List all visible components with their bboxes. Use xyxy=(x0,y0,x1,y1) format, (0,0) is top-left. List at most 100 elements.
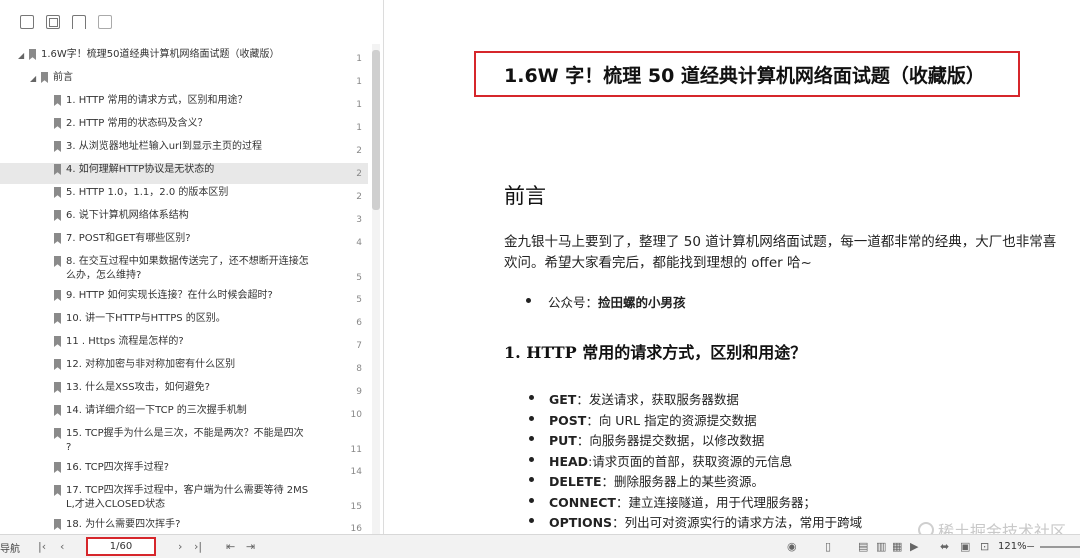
bookmark-icon xyxy=(54,164,61,175)
next-page-icon[interactable]: › xyxy=(178,540,182,553)
fit-width-icon[interactable]: ⬌ xyxy=(940,540,949,553)
outline-item[interactable]: 15. TCP握手为什么是三次，不能是两次？不能是四次? 11 xyxy=(0,427,368,459)
outline-item-label: 10. 讲一下HTTP与HTTPS 的区别。 xyxy=(66,313,226,324)
bullet-dot xyxy=(529,477,534,482)
play-icon[interactable]: ▶ xyxy=(910,540,918,553)
bookmark-icon xyxy=(54,462,61,473)
bookmark-icon xyxy=(54,290,61,301)
bookmark-icon xyxy=(54,382,61,393)
method-item: OPTIONS：列出可对资源实行的请求方法，常用于跨域 xyxy=(529,512,862,531)
bullet-dot xyxy=(529,415,534,421)
outline-item-label: 6. 说下计算机网络体系结构 xyxy=(66,210,189,221)
outline-item[interactable]: 17. TCP四次挥手过程中，客户端为什么需要等待 2MS L,才进入CLOSED… xyxy=(0,484,368,516)
outline-item[interactable]: 16. TCP四次挥手过程? 14 xyxy=(0,461,368,482)
outline-item[interactable]: 18. 为什么需要四次挥手? 16 xyxy=(0,518,368,534)
back-icon[interactable]: ⇤ xyxy=(226,540,235,553)
expand-all-icon[interactable] xyxy=(20,15,34,29)
expand-arrow-icon[interactable]: ◢ xyxy=(30,74,36,83)
bookmark-icon xyxy=(54,485,61,496)
bookmark-icon xyxy=(54,118,61,129)
outline-item[interactable]: 2. HTTP 常用的状态码及含义？ 1 xyxy=(0,117,368,138)
zoom-mode-icon[interactable]: ⊡ xyxy=(980,540,989,553)
bookmark-icon xyxy=(54,210,61,221)
outline-item[interactable]: 6. 说下计算机网络体系结构 3 xyxy=(0,209,368,230)
bookmark-icon xyxy=(54,336,61,347)
outline-page-number: 2 xyxy=(356,146,362,156)
zoom-out-icon[interactable]: − xyxy=(1026,540,1035,553)
nav-label[interactable]: 导航 xyxy=(0,540,20,555)
bullet-dot xyxy=(529,518,534,523)
method-item: GET：发送请求，获取服务器数据 xyxy=(529,389,739,408)
fit-page-icon[interactable]: ▣ xyxy=(960,540,970,553)
collapse-all-icon[interactable] xyxy=(46,15,60,29)
book-view-icon[interactable]: ▦ xyxy=(892,540,902,553)
outline-item[interactable]: 9. HTTP 如何实现长连接？在什么时候会超时? 5 xyxy=(0,289,368,310)
outline-page-number: 1 xyxy=(356,77,362,87)
method-item: CONNECT：建立连接隧道，用于代理服务器； xyxy=(529,492,816,511)
forward-icon[interactable]: ⇥ xyxy=(246,540,255,553)
account-name: 捡田螺的小男孩 xyxy=(598,295,686,310)
outline-page-number: 8 xyxy=(356,364,362,374)
delete-bookmark-icon[interactable] xyxy=(98,15,112,29)
outline-item[interactable]: 10. 讲一下HTTP与HTTPS 的区别。 6 xyxy=(0,312,368,333)
zoom-slider[interactable] xyxy=(1040,546,1080,548)
outline-page-number: 7 xyxy=(356,341,362,351)
juejin-logo-icon xyxy=(917,522,934,534)
document-page: 1.6W 字！梳理 50 道经典计算机网络面试题（收藏版） 前言 金九银十马上要… xyxy=(386,0,1080,534)
document-title: 1.6W 字！梳理 50 道经典计算机网络面试题（收藏版） xyxy=(504,64,985,87)
bullet-dot xyxy=(529,395,534,400)
outline-item-label: 18. 为什么需要四次挥手? xyxy=(66,519,181,530)
bookmark-icon xyxy=(54,405,61,416)
prev-page-icon[interactable]: ‹ xyxy=(60,540,64,553)
status-bar: 导航 |‹ ‹ 1/60 › ›| ⇤ ⇥ ◉ ▯ ▤ ▥ ▦ ▶ ⬌ ▣ ⊡ … xyxy=(0,534,1080,558)
two-page-icon[interactable]: ▥ xyxy=(876,540,886,553)
outline-item-label: 11 . Https 流程是怎样的? xyxy=(66,336,184,347)
bookmark-icon xyxy=(54,313,61,324)
bookmark-icon xyxy=(54,428,61,439)
outline-item-label: 1.6W字！梳理50道经典计算机网络面试题（收藏版） xyxy=(41,49,280,60)
bookmark-icon xyxy=(29,49,36,60)
expand-arrow-icon[interactable]: ◢ xyxy=(18,51,24,60)
outline-page-number: 11 xyxy=(350,445,362,455)
add-bookmark-icon[interactable] xyxy=(72,15,86,29)
outline-item[interactable]: 14. 请详细介绍一下TCP 的三次握手机制 10 xyxy=(0,404,368,425)
continuous-page-icon[interactable]: ▤ xyxy=(858,540,868,553)
method-desc: :请求页面的首部，获取资源的元信息 xyxy=(588,453,793,469)
outline-item[interactable]: 13. 什么是XSS攻击，如何避免? 9 xyxy=(0,381,368,402)
outline-page-number: 1 xyxy=(356,123,362,133)
outline-item[interactable]: ◢ 1.6W字！梳理50道经典计算机网络面试题（收藏版） 1 xyxy=(0,48,368,69)
method-desc: ：删除服务器上的某些资源。 xyxy=(601,474,764,489)
outline-item-label: 9. HTTP 如何实现长连接？在什么时候会超时? xyxy=(66,290,273,301)
last-page-icon[interactable]: ›| xyxy=(194,540,202,553)
outline-item-label: 13. 什么是XSS攻击，如何避免? xyxy=(66,382,210,393)
bookmark-icon xyxy=(54,359,61,370)
first-page-icon[interactable]: |‹ xyxy=(38,540,46,553)
method-desc: ：建立连接隧道，用于代理服务器； xyxy=(615,494,816,510)
bookmark-icon xyxy=(54,233,61,244)
sidebar-scrollbar[interactable] xyxy=(372,44,380,534)
outline-item[interactable]: 8. 在交互过程中如果数据传送完了，还不想断开连接怎 么办，怎么维持? 5 xyxy=(0,255,368,287)
page-number-input[interactable]: 1/60 xyxy=(86,537,156,556)
outline-item[interactable]: 3. 从浏览器地址栏输入url到显示主页的过程 2 xyxy=(0,140,368,161)
method-desc: ：发送请求，获取服务器数据 xyxy=(576,392,739,407)
outline-item[interactable]: 4. 如何理解HTTP协议是无状态的 2 xyxy=(0,163,368,184)
method-name: PUT xyxy=(549,433,577,448)
outline-item[interactable]: 12. 对称加密与非对称加密有什么区别 8 xyxy=(0,358,368,379)
section-heading: 1. HTTP 常用的请求方式，区别和用途？ xyxy=(504,343,807,362)
method-item: HEAD:请求页面的首部，获取资源的元信息 xyxy=(529,451,793,470)
sidebar-scroll-thumb[interactable] xyxy=(372,50,380,210)
zoom-level[interactable]: 121% xyxy=(998,541,1027,552)
bookmark-icon xyxy=(54,95,61,106)
outline-item-label: 7. POST和GET有哪些区别? xyxy=(66,233,191,244)
bookmark-icon xyxy=(54,141,61,152)
outline-item[interactable]: 5. HTTP 1.0，1.1，2.0 的版本区别 2 xyxy=(0,186,368,207)
method-name: CONNECT xyxy=(549,494,616,510)
single-page-icon[interactable]: ▯ xyxy=(825,540,831,553)
outline-item[interactable]: ◢ 前言 1 xyxy=(0,71,368,92)
outline-item[interactable]: 7. POST和GET有哪些区别? 4 xyxy=(0,232,368,253)
outline-item[interactable]: 11 . Https 流程是怎样的? 7 xyxy=(0,335,368,356)
outline-item[interactable]: 1. HTTP 常用的请求方式，区别和用途？ 1 xyxy=(0,94,368,115)
eye-icon[interactable]: ◉ xyxy=(787,540,797,553)
method-item: POST：向 URL 指定的资源提交数据 xyxy=(529,410,757,429)
method-desc: ：向服务器提交数据，以修改数据 xyxy=(576,433,765,448)
